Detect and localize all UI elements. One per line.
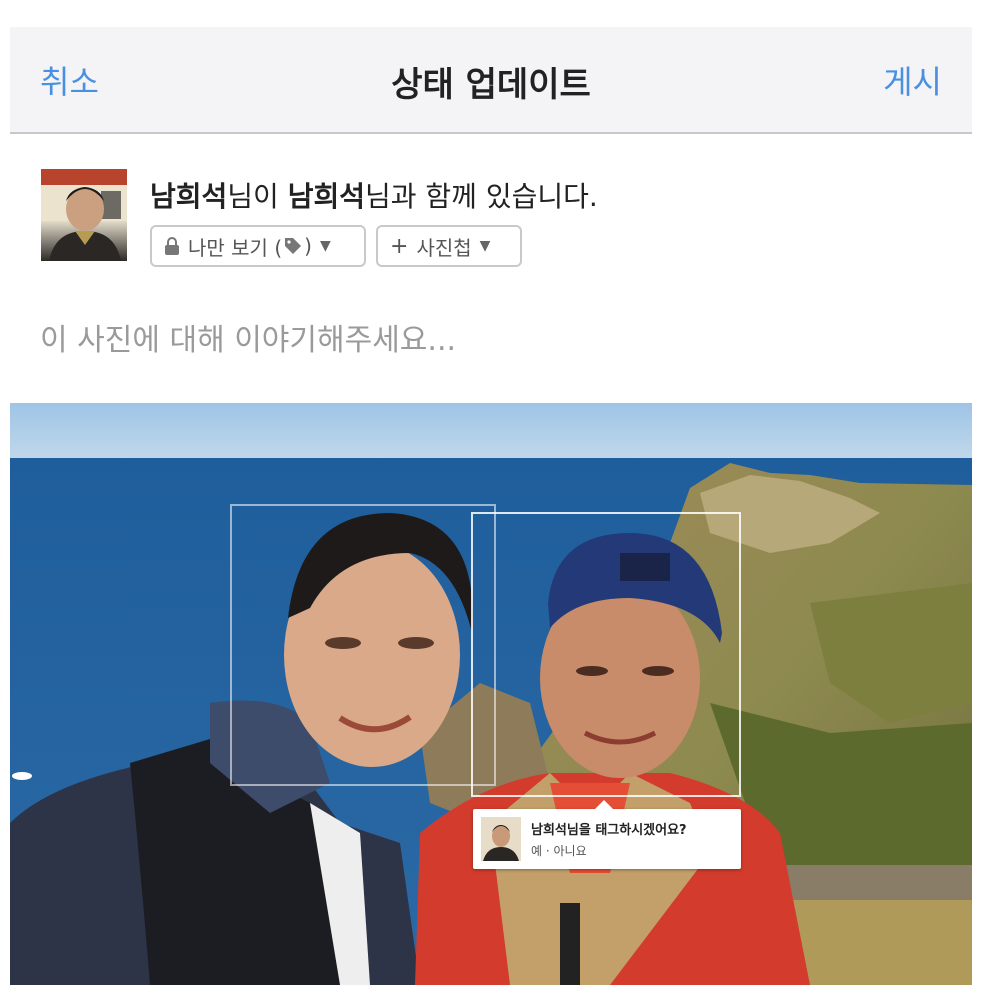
author-name[interactable]: 남희석: [150, 180, 227, 213]
privacy-label: 나만 보기 (: [188, 235, 283, 260]
privacy-selector[interactable]: 나만 보기 ( ) ▼: [150, 225, 366, 267]
face-detection-box-right[interactable]: [471, 512, 741, 797]
tag-suggestion-actions: 예 · 아니요: [531, 842, 587, 859]
status-update-screen: 취소 상태 업데이트 게시 남희석님이 남희석님과 함께 있습니다. 나만 보기…: [10, 27, 972, 1002]
page-title: 상태 업데이트: [391, 65, 591, 105]
headline-text-2: 님과 함께 있습니다.: [364, 180, 598, 213]
tag-icon: [284, 237, 302, 255]
tag-actions-separator: ·: [542, 844, 554, 858]
privacy-label-close: ): [304, 234, 312, 258]
avatar[interactable]: [41, 169, 127, 261]
lock-icon: [164, 236, 180, 256]
plus-icon: +: [390, 233, 409, 259]
chevron-down-icon: ▼: [479, 238, 491, 254]
tagged-with-headline: 남희석님이 남희석님과 함께 있습니다.: [150, 175, 598, 215]
album-selector[interactable]: + 사진첩 ▼: [376, 225, 522, 267]
navigation-bar: 취소 상태 업데이트 게시: [10, 27, 972, 134]
tagged-person-name[interactable]: 남희석: [288, 180, 365, 213]
album-label: 사진첩: [416, 235, 472, 260]
face-detection-box-left[interactable]: [230, 504, 496, 786]
tag-suggestion-question: 남희석님을 태그하시겠어요?: [531, 823, 687, 838]
post-button[interactable]: 게시: [883, 57, 942, 103]
caption-input[interactable]: 이 사진에 대해 이야기해주세요...: [40, 315, 456, 359]
tag-yes-button[interactable]: 예: [531, 844, 542, 858]
tag-no-button[interactable]: 아니요: [554, 844, 587, 858]
tag-suggestion-popup: 남희석님을 태그하시겠어요? 예 · 아니요: [473, 800, 741, 869]
tag-suggestion-avatar: [481, 817, 521, 861]
headline-text-1: 님이: [227, 180, 288, 213]
chevron-down-icon: ▼: [319, 238, 331, 254]
